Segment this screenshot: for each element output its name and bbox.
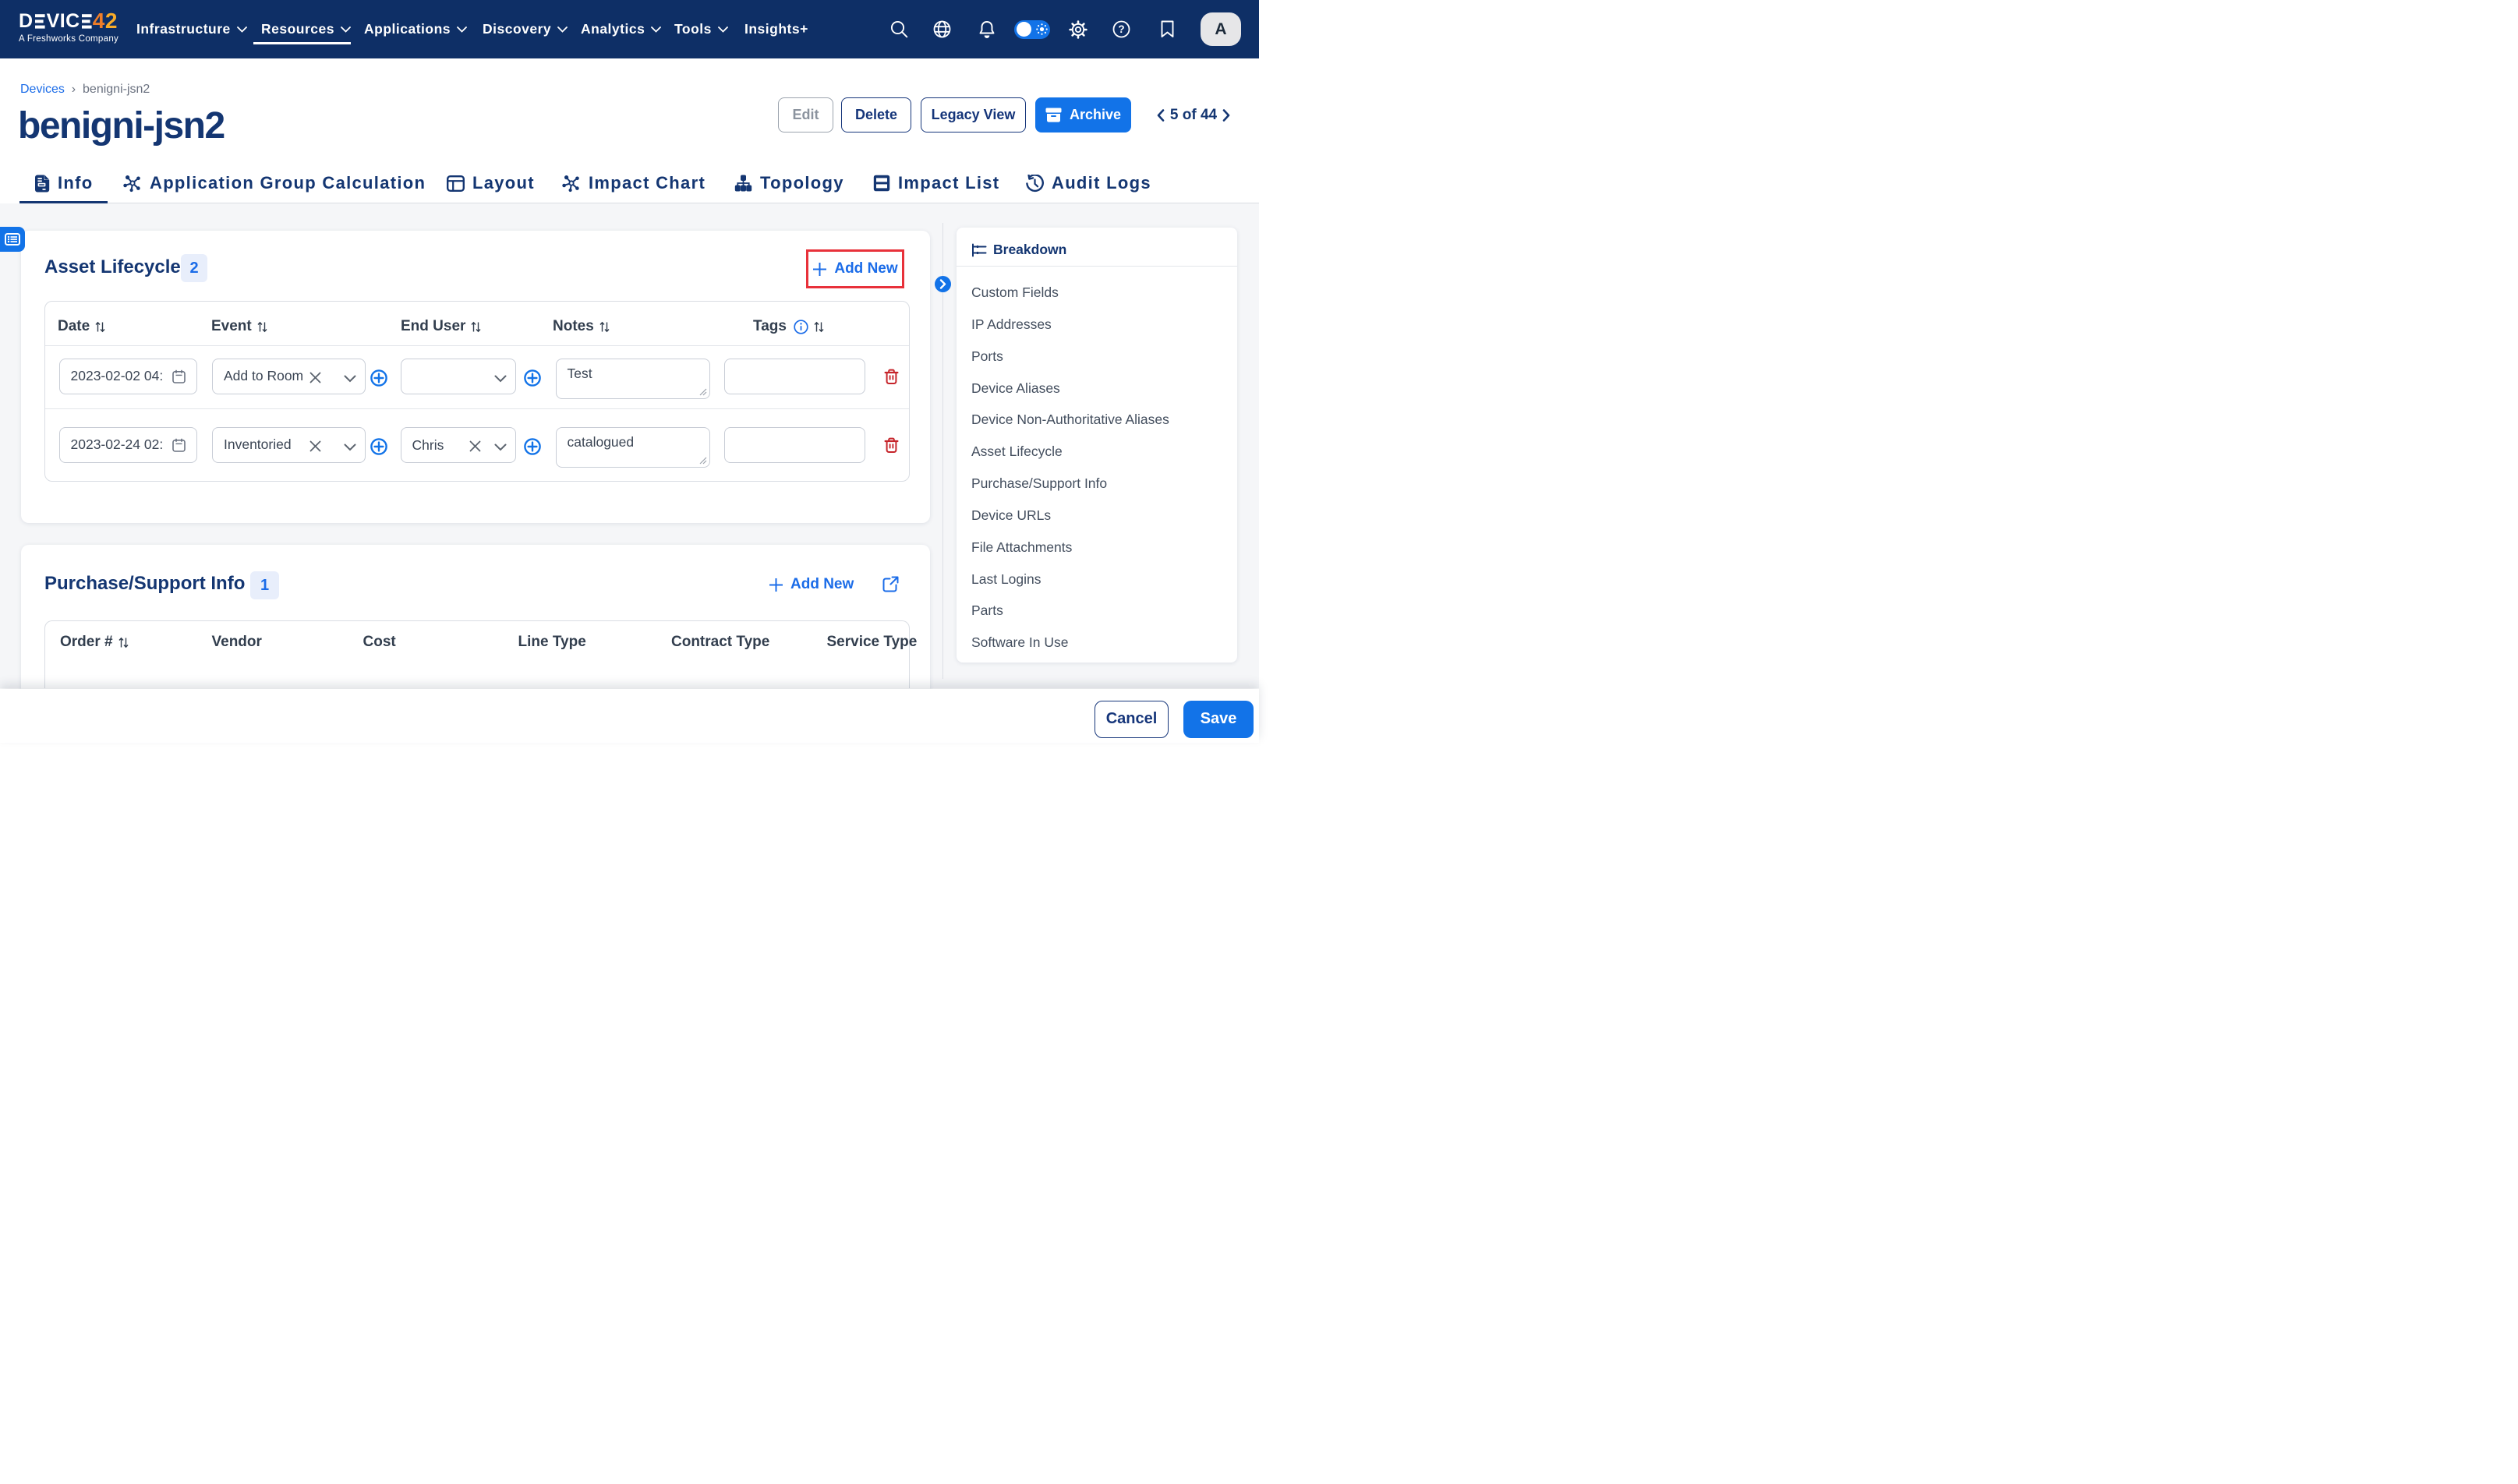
svg-text:?: ? [1118, 23, 1124, 35]
